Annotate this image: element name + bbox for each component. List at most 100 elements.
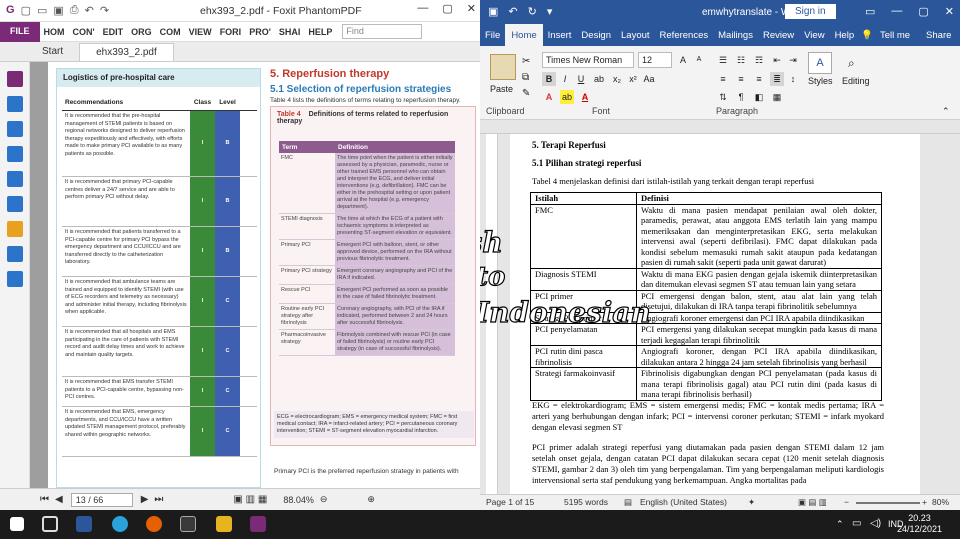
network-icon[interactable]: ▭ xyxy=(852,518,861,529)
increase-indent-icon[interactable]: ⇥ xyxy=(786,53,800,67)
task-view-icon[interactable] xyxy=(42,516,58,532)
menu-share[interactable]: SHAI xyxy=(275,27,305,37)
document-area[interactable]: 5. Terapi Reperfusi 5.1 Pilihan strategi… xyxy=(480,134,960,494)
zoom-out-icon[interactable]: − xyxy=(844,497,849,507)
shading-icon[interactable]: ◧ xyxy=(752,90,766,104)
table-row[interactable]: Diagnosis STEMI Waktu di mana EKG pasien… xyxy=(531,268,881,291)
styles-button[interactable]: Styles xyxy=(808,76,833,86)
editing-button[interactable]: Editing xyxy=(842,76,870,86)
paste-icon[interactable] xyxy=(490,54,516,80)
minimize-icon[interactable]: — xyxy=(891,5,902,18)
menu-form[interactable]: FORI xyxy=(216,27,246,37)
vertical-scrollbar[interactable] xyxy=(948,134,960,494)
ribbon-options-icon[interactable]: ▭ xyxy=(865,5,875,18)
tab-help[interactable]: Help xyxy=(830,26,860,45)
tab-start[interactable]: Start xyxy=(26,43,79,61)
undo-icon[interactable]: ↶ xyxy=(508,5,517,18)
zoom-in-icon[interactable]: + xyxy=(922,497,927,507)
grow-font-icon[interactable]: A xyxy=(676,53,690,67)
last-page-icon[interactable]: ⏭ xyxy=(154,494,163,505)
page-count[interactable]: Page 1 of 15 xyxy=(486,497,534,507)
stamp-icon[interactable] xyxy=(7,271,23,287)
paste-button[interactable]: Paste xyxy=(490,84,513,94)
sign-in-button[interactable]: Sign in xyxy=(785,4,836,19)
redo-icon[interactable]: ↷ xyxy=(100,4,109,17)
font-name-select[interactable]: Times New Roman xyxy=(542,52,634,68)
proofing-icon[interactable]: ▤ xyxy=(624,497,632,508)
table-row[interactable]: FMC Waktu di mana pasien mendapat penila… xyxy=(531,204,881,269)
numbering-icon[interactable]: ☷ xyxy=(734,53,748,67)
zoom-level[interactable]: 80% xyxy=(932,497,949,507)
menu-comment[interactable]: COM xyxy=(156,27,185,37)
menu-home[interactable]: HOM xyxy=(40,27,69,37)
bold-button[interactable]: B xyxy=(542,72,556,86)
term-cell[interactable]: PCI rutin dini pasca fibrinolisis xyxy=(531,346,637,367)
hand-tool-icon[interactable] xyxy=(7,71,23,87)
tab-design[interactable]: Design xyxy=(576,26,616,45)
pages-icon[interactable] xyxy=(7,121,23,137)
file-menu[interactable]: FILE xyxy=(0,21,40,42)
font-color-icon[interactable]: A xyxy=(578,90,592,104)
justify-icon[interactable]: ≣ xyxy=(770,72,784,86)
bookmark-icon[interactable] xyxy=(7,96,23,112)
align-right-icon[interactable]: ≡ xyxy=(752,72,766,86)
tab-mailings[interactable]: Mailings xyxy=(713,26,758,45)
language-indicator[interactable]: English (United States) xyxy=(640,497,727,507)
undo-icon[interactable]: ↶ xyxy=(85,4,94,17)
decrease-indent-icon[interactable]: ⇤ xyxy=(770,53,784,67)
maximize-icon[interactable]: ▢ xyxy=(918,5,928,18)
copy-icon[interactable]: ⧉ xyxy=(522,72,529,83)
strikethrough-button[interactable]: ab xyxy=(592,72,606,86)
view-buttons[interactable]: ▣ ▤ ▥ xyxy=(798,497,827,508)
open-icon[interactable]: ▢ xyxy=(21,4,31,17)
multilevel-list-icon[interactable]: ☶ xyxy=(752,53,766,67)
borders-icon[interactable]: ▦ xyxy=(770,90,784,104)
tray-chevron-icon[interactable]: ⌃ xyxy=(836,519,844,530)
zoom-in-icon[interactable]: ⊕ xyxy=(367,494,375,505)
definition-cell[interactable]: Fibrinolisis digabungkan dengan PCI peny… xyxy=(637,368,881,400)
term-cell[interactable]: FMC xyxy=(531,204,637,268)
file-explorer-icon[interactable] xyxy=(216,516,232,532)
start-icon[interactable] xyxy=(10,517,24,531)
menu-protect[interactable]: PRO' xyxy=(245,27,275,37)
text-effects-icon[interactable]: A xyxy=(542,90,556,104)
next-page-icon[interactable]: ▶ xyxy=(141,494,149,505)
accessibility-icon[interactable]: ✦ xyxy=(748,497,755,508)
highlight-icon[interactable]: ab xyxy=(560,90,574,104)
menu-view[interactable]: VIEW xyxy=(185,27,216,37)
definition-cell[interactable]: Angiografi koroner emergensi dan PCI IRA… xyxy=(637,313,881,324)
pdf-viewport[interactable]: Logistics of pre-hospital care Recommend… xyxy=(30,62,480,488)
print-icon[interactable]: ⎙ xyxy=(70,4,79,17)
tab-view[interactable]: View xyxy=(799,26,829,45)
store-icon[interactable] xyxy=(180,516,196,532)
firefox-icon[interactable] xyxy=(146,516,162,532)
customize-icon[interactable]: ▾ xyxy=(547,5,553,18)
underline-button[interactable]: U xyxy=(574,72,588,86)
minimize-icon[interactable]: — xyxy=(417,2,428,15)
table-row[interactable]: Strategi farmakoinvasif Fibrinolisis dig… xyxy=(531,368,881,400)
collapse-ribbon-icon[interactable]: ⌃ xyxy=(942,106,950,117)
find-input[interactable]: Find xyxy=(342,24,423,39)
align-center-icon[interactable]: ≡ xyxy=(734,72,748,86)
subscript-button[interactable]: x₂ xyxy=(610,72,624,86)
zoom-out-icon[interactable]: ⊖ xyxy=(320,494,328,505)
italic-button[interactable]: I xyxy=(558,72,572,86)
tab-review[interactable]: Review xyxy=(758,26,799,45)
bullets-icon[interactable]: ☰ xyxy=(716,53,730,67)
security-icon[interactable] xyxy=(7,221,23,237)
definition-cell[interactable]: Angiografi koroner, dengan PCI IRA apabi… xyxy=(637,346,881,367)
table-row[interactable]: PCI rutin dini pasca fibrinolisis Angiog… xyxy=(531,346,881,368)
superscript-button[interactable]: x² xyxy=(626,72,640,86)
volume-icon[interactable]: ◁) xyxy=(870,518,881,529)
menu-help[interactable]: HELP xyxy=(304,27,336,37)
close-icon[interactable]: ✕ xyxy=(467,2,476,15)
tab-home[interactable]: Home xyxy=(505,24,543,46)
search-icon[interactable]: ⌕ xyxy=(848,56,855,71)
close-icon[interactable]: ✕ xyxy=(945,5,954,18)
signature-icon[interactable] xyxy=(7,246,23,262)
prev-page-icon[interactable]: ◀ xyxy=(55,494,63,505)
sort-icon[interactable]: ⇅ xyxy=(716,90,730,104)
zoom-slider[interactable] xyxy=(856,502,920,504)
definition-cell[interactable]: PCI emergensi yang dilakukan secepat mun… xyxy=(637,324,881,345)
page-number-input[interactable]: 13 / 66 xyxy=(70,492,133,507)
